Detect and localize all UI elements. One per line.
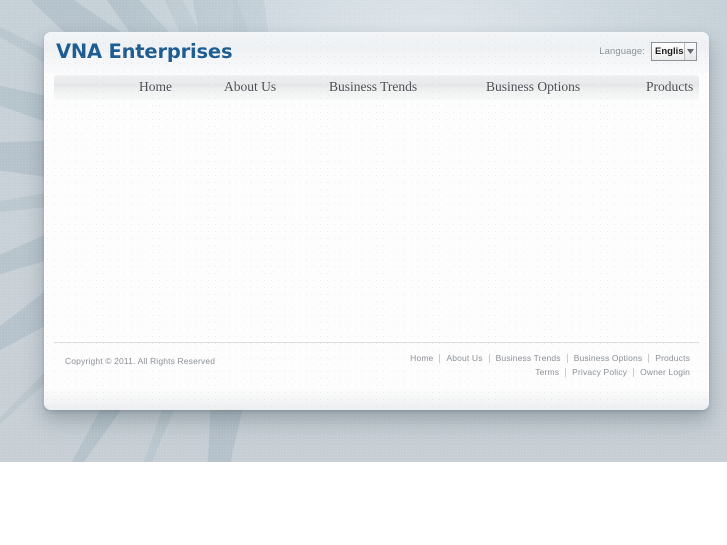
- main-navigation: Home About Us Business Trends Business O…: [54, 74, 699, 100]
- nav-item-products[interactable]: Products: [646, 79, 693, 95]
- footer-links-row-secondary: Terms Privacy Policy Owner Login: [529, 367, 696, 377]
- language-select[interactable]: English: [651, 42, 697, 61]
- language-selected-value: English: [655, 46, 684, 57]
- nav-item-home[interactable]: Home: [139, 79, 172, 95]
- content-area: [44, 100, 709, 342]
- language-selector[interactable]: Language: English: [599, 42, 697, 61]
- site-header: VNA Enterprises Language: English: [44, 32, 709, 74]
- footer-link-about-us[interactable]: About Us: [440, 353, 488, 363]
- language-label: Language:: [599, 46, 645, 57]
- footer-link-products[interactable]: Products: [649, 353, 696, 363]
- footer-link-terms[interactable]: Terms: [529, 367, 565, 377]
- footer-link-business-options[interactable]: Business Options: [568, 353, 649, 363]
- site-footer: Copyright © 2011. All Rights Reserved Ho…: [54, 342, 699, 400]
- copyright-text: Copyright © 2011. All Rights Reserved: [65, 356, 216, 366]
- footer-link-privacy-policy[interactable]: Privacy Policy: [566, 367, 633, 377]
- chevron-down-icon: [684, 43, 696, 60]
- footer-link-home[interactable]: Home: [404, 353, 439, 363]
- page-card: VNA Enterprises Language: English Home A…: [44, 32, 709, 410]
- nav-item-business-options[interactable]: Business Options: [486, 79, 580, 95]
- nav-item-business-trends[interactable]: Business Trends: [329, 79, 417, 95]
- footer-links-row-primary: Home About Us Business Trends Business O…: [404, 353, 696, 363]
- footer-link-owner-login[interactable]: Owner Login: [634, 367, 696, 377]
- footer-link-business-trends[interactable]: Business Trends: [490, 353, 567, 363]
- site-title: VNA Enterprises: [56, 40, 233, 63]
- nav-item-about-us[interactable]: About Us: [224, 79, 276, 95]
